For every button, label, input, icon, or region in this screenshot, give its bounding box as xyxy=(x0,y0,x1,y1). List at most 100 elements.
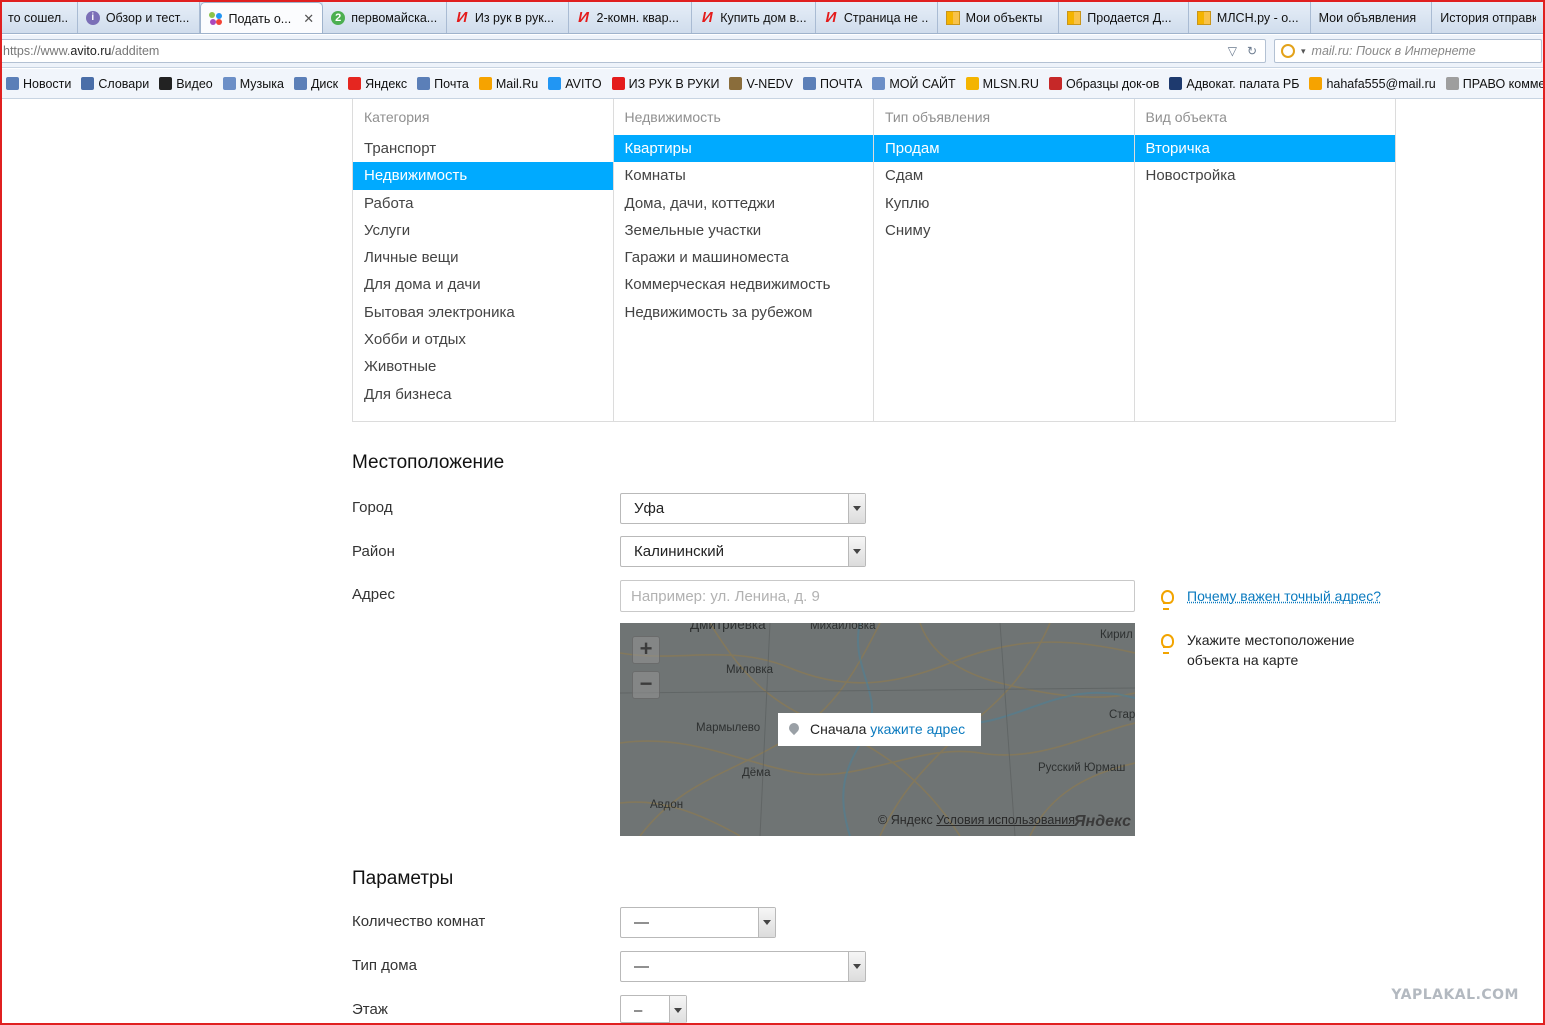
bookmark-icon xyxy=(222,77,236,90)
url-dropdown-icon[interactable]: ▽ xyxy=(1228,40,1237,62)
irr-icon: И xyxy=(456,9,468,26)
specify-address-link[interactable]: укажите адрес xyxy=(870,721,965,737)
browser-tab-label: Из рук в рук... xyxy=(474,11,555,25)
browser-tab[interactable]: Продается Д... xyxy=(1059,2,1189,33)
lightbulb-icon xyxy=(1155,586,1177,610)
bookmark-icon xyxy=(611,77,625,90)
browser-tab-label: 2-комн. квар... xyxy=(596,11,679,25)
search-engine-dropdown-icon[interactable]: ▾ xyxy=(1301,46,1306,57)
map-address-prompt: Сначала укажите адрес xyxy=(778,713,981,746)
category-option[interactable]: Услуги xyxy=(353,217,613,244)
category-option[interactable]: Комнаты xyxy=(614,162,874,189)
chevron-down-icon[interactable] xyxy=(758,908,775,937)
map-terms-link[interactable]: Условия использования xyxy=(936,813,1075,827)
category-option[interactable]: Куплю xyxy=(874,190,1134,217)
chevron-down-icon[interactable] xyxy=(669,996,686,1025)
reload-icon[interactable]: ↻ xyxy=(1247,40,1257,62)
bookmark-item[interactable]: Музыка xyxy=(222,76,284,91)
city-select[interactable]: Уфа xyxy=(620,493,866,524)
category-option[interactable]: Хобби и отдых xyxy=(353,326,613,353)
category-option[interactable]: Бытовая электроника xyxy=(353,299,613,326)
category-option[interactable]: Для бизнеса xyxy=(353,381,613,408)
params-section-title: Параметры xyxy=(352,868,454,889)
category-option[interactable]: Продам xyxy=(874,135,1134,163)
bookmark-item[interactable]: Диск xyxy=(293,77,338,91)
category-option[interactable]: Вторичка xyxy=(1134,135,1395,163)
map-zoom-in-button[interactable]: + xyxy=(632,636,660,664)
district-select[interactable]: Калининский xyxy=(620,536,866,567)
chevron-down-icon[interactable] xyxy=(848,494,865,523)
browser-tab[interactable]: И 2-комн. квар... xyxy=(568,2,693,33)
close-tab-icon[interactable]: ✕ xyxy=(297,11,314,27)
map-copyright: © Яндекс Условия использования xyxy=(878,813,1075,827)
web-search-box[interactable]: ▾ mail.ru: Поиск в Интернете xyxy=(1274,39,1542,63)
browser-tab[interactable]: И Страница не ... xyxy=(815,2,938,33)
browser-tab[interactable]: И Из рук в рук... xyxy=(446,2,569,33)
category-column: Вид объекта Вторичка Новостройка xyxy=(1134,99,1396,421)
category-option[interactable]: Новостройка xyxy=(1135,162,1396,189)
category-option[interactable]: Недвижимость за рубежом xyxy=(614,299,874,326)
bookmark-item[interactable]: Адвокат. палата РБ xyxy=(1169,77,1299,91)
bookmark-icon xyxy=(1445,77,1459,90)
bookmark-item[interactable]: AVITO xyxy=(548,77,602,91)
url-path: /additem xyxy=(111,44,160,58)
category-option[interactable]: Для дома и дачи xyxy=(353,271,613,298)
category-option[interactable]: Транспорт xyxy=(353,135,613,162)
browser-tab[interactable]: Подать о... ✕ xyxy=(199,2,324,33)
house-type-select[interactable]: — xyxy=(620,951,866,982)
search-engine-icon[interactable] xyxy=(1281,44,1295,58)
category-option[interactable]: Животные xyxy=(353,353,613,380)
url-bar[interactable]: https://www.avito.ru/additem ▽ ↻ xyxy=(0,39,1266,63)
bookmark-item[interactable]: ПРАВО комменты xyxy=(1445,77,1545,91)
bookmark-item[interactable]: МОЙ САЙТ xyxy=(872,77,956,91)
browser-tab[interactable]: то сошел... xyxy=(0,2,78,33)
bookmark-item[interactable]: Яндекс xyxy=(348,77,407,91)
address-hint: Почему важен точный адрес? xyxy=(1155,586,1381,610)
avito-icon xyxy=(208,11,223,26)
browser-tab[interactable]: i Обзор и тест... xyxy=(77,2,200,33)
browser-tab[interactable]: Мои объекты xyxy=(937,2,1060,33)
browser-tab[interactable]: МЛСН.ру - о... xyxy=(1188,2,1311,33)
bookmark-icon xyxy=(348,77,362,90)
category-option[interactable]: Сдам xyxy=(874,162,1134,189)
category-option[interactable]: Квартиры xyxy=(613,135,873,163)
bookmark-icon xyxy=(548,77,562,90)
rooms-select[interactable]: — xyxy=(620,907,776,938)
bookmark-item[interactable]: Словари xyxy=(81,77,149,91)
category-option[interactable]: Земельные участки xyxy=(614,217,874,244)
bookmark-item[interactable]: Образцы док-ов xyxy=(1048,77,1159,91)
bookmark-label: Музыка xyxy=(239,76,284,91)
bookmark-item[interactable]: MLSN.RU xyxy=(965,77,1039,91)
browser-tab[interactable]: Мои объявления xyxy=(1310,2,1433,33)
category-option[interactable]: Личные вещи xyxy=(353,244,613,271)
bookmark-item[interactable]: ИЗ РУК В РУКИ xyxy=(611,77,719,91)
map-town-label: Миловка xyxy=(726,664,774,676)
district-value: Калининский xyxy=(634,543,724,560)
bookmark-icon xyxy=(1048,77,1062,90)
category-option[interactable]: Гаражи и машиноместа xyxy=(614,244,874,271)
browser-tab[interactable]: И Купить дом в... xyxy=(692,2,816,33)
bookmark-item[interactable]: Почта xyxy=(417,77,469,91)
bookmark-item[interactable]: ПОЧТА xyxy=(803,77,862,91)
bookmark-item[interactable]: Видео xyxy=(159,77,213,91)
bookmark-item[interactable]: V-NEDV xyxy=(729,77,793,91)
chevron-down-icon[interactable] xyxy=(848,952,865,981)
category-option[interactable]: Сниму xyxy=(874,217,1134,244)
location-map[interactable]: + − Дмитриевка Михайловка Кирил Миловка … xyxy=(620,623,1135,836)
chevron-down-icon[interactable] xyxy=(848,537,865,566)
category-option[interactable]: Работа xyxy=(353,190,613,217)
bookmark-icon xyxy=(6,77,19,90)
bookmark-item[interactable]: Новости xyxy=(6,77,71,91)
bookmark-icon xyxy=(293,77,307,90)
floor-select[interactable]: – xyxy=(620,995,687,1025)
why-exact-address-link[interactable]: Почему важен точный адрес? xyxy=(1187,586,1381,608)
category-option[interactable]: Дома, дачи, коттеджи xyxy=(614,190,874,217)
category-option[interactable]: Коммерческая недвижимость xyxy=(614,271,874,298)
category-option[interactable]: Недвижимость xyxy=(353,162,613,190)
bookmark-item[interactable]: hahafa555@mail.ru xyxy=(1309,77,1436,91)
browser-tab[interactable]: История отправк... xyxy=(1432,2,1545,33)
map-zoom-out-button[interactable]: − xyxy=(632,671,660,699)
address-input[interactable] xyxy=(620,580,1135,612)
browser-tab[interactable]: 2 первомайска... xyxy=(323,2,447,33)
bookmark-item[interactable]: Mail.Ru xyxy=(478,77,538,91)
